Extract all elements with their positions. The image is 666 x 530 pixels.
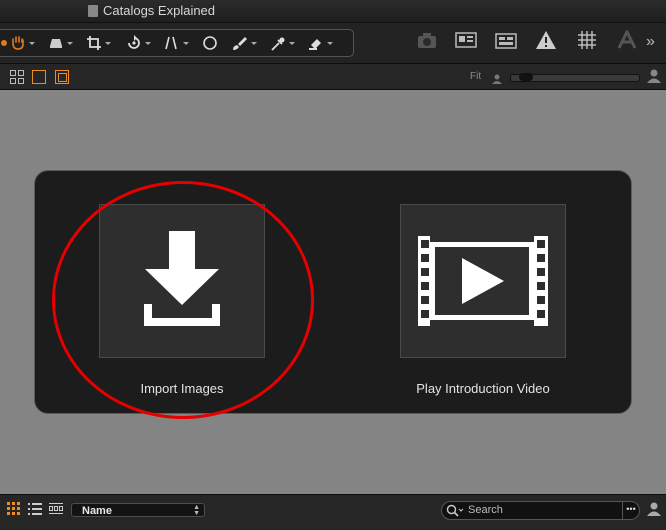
brush-icon: [233, 37, 247, 50]
sprocket-hole: [537, 310, 545, 318]
sprocket-hole: [421, 310, 429, 318]
crop-icon: [87, 36, 101, 50]
compare-layout-icon: [495, 33, 517, 49]
warning-button[interactable]: [535, 30, 557, 50]
person-small-icon: [492, 71, 504, 84]
warning-icon: [536, 31, 556, 49]
eraser-icon: [50, 39, 62, 48]
thumbnail-view-button[interactable]: [7, 502, 21, 521]
circle-mask-tool-button[interactable]: [201, 35, 227, 51]
up-down-arrows-icon: ▲ ▼: [193, 504, 200, 517]
grid-view-icon: [10, 70, 24, 84]
window-title-text: Catalogs Explained: [103, 3, 216, 18]
play-video-label[interactable]: Play Introduction Video: [358, 381, 608, 396]
search-icon: [446, 504, 464, 517]
filmstrip-view-button[interactable]: [49, 502, 63, 521]
stamp-tool-button[interactable]: [307, 35, 333, 51]
sprocket-hole: [537, 282, 545, 290]
sprocket-hole: [537, 296, 545, 304]
toolbar: »: [0, 23, 666, 64]
list-view-button[interactable]: [28, 502, 42, 521]
single-view-button[interactable]: [32, 70, 46, 84]
zoom-slider[interactable]: [510, 73, 640, 82]
rotate-tool-button[interactable]: [125, 35, 151, 51]
stamp-icon: [309, 39, 321, 50]
grid-view-button[interactable]: [10, 70, 24, 84]
compare-layout-button[interactable]: [495, 31, 517, 51]
browser-layout-button[interactable]: [455, 30, 477, 50]
eraser-tool-button[interactable]: [47, 35, 73, 51]
search-options-button[interactable]: •••: [622, 502, 639, 519]
search-input[interactable]: Search •••: [441, 501, 640, 520]
hand-tool-button[interactable]: [9, 35, 35, 51]
welcome-panel: Import Images Play Introduction Video: [34, 170, 632, 414]
sprocket-hole: [537, 254, 545, 262]
film-sprockets-icon: [421, 240, 545, 318]
sort-select-value: Name: [82, 505, 112, 517]
document-icon: [88, 4, 98, 17]
zoom-fit-label: Fit: [470, 71, 482, 82]
sprocket-hole: [421, 254, 429, 262]
import-images-button[interactable]: [99, 204, 265, 358]
cursor-tools-group: [0, 29, 354, 57]
list-view-icon: [28, 503, 42, 515]
camera-icon: [418, 33, 436, 48]
toolbar-overflow-button[interactable]: »: [646, 33, 655, 51]
play-video-button[interactable]: [400, 204, 566, 358]
grid-button[interactable]: [576, 30, 598, 50]
title-bar: Catalogs Explained: [0, 0, 666, 23]
import-images-label[interactable]: Import Images: [57, 381, 307, 396]
view-bar: Fit: [0, 64, 666, 90]
sprocket-hole: [421, 282, 429, 290]
browser-layout-icon: [455, 32, 477, 48]
text-overlay-icon: [617, 28, 637, 49]
brush-tool-button[interactable]: [231, 35, 257, 51]
picker-icon: [271, 37, 285, 51]
sprocket-hole: [421, 268, 429, 276]
user-icon[interactable]: [647, 502, 661, 516]
person-large-icon: [647, 69, 661, 83]
camera-button[interactable]: [416, 31, 438, 51]
zoom-slider-handle[interactable]: [519, 73, 533, 81]
thumbnail-grid-icon: [7, 502, 20, 515]
straighten-icon: [165, 36, 177, 50]
sprocket-hole: [537, 268, 545, 276]
hand-icon: [12, 36, 24, 50]
sprocket-hole: [421, 240, 429, 248]
picker-tool-button[interactable]: [269, 35, 295, 51]
grid-icon: [578, 31, 596, 49]
crop-tool-button[interactable]: [85, 35, 111, 51]
sprocket-hole: [421, 296, 429, 304]
search-placeholder: Search: [468, 504, 503, 516]
text-overlay-button[interactable]: [616, 28, 638, 50]
straighten-tool-button[interactable]: [163, 35, 189, 51]
fullscreen-view-button[interactable]: [55, 70, 69, 84]
bottom-bar: Name ▲ ▼ Search •••: [0, 494, 666, 530]
filmstrip-view-icon: [49, 503, 63, 514]
sort-select[interactable]: Name ▲ ▼: [71, 503, 205, 517]
fullscreen-view-icon: [58, 73, 67, 82]
download-icon: [144, 231, 220, 326]
circle-mask-icon: [203, 36, 217, 50]
rotate-icon: [128, 35, 140, 49]
window-title: Catalogs Explained: [88, 3, 215, 18]
sprocket-hole: [537, 240, 545, 248]
